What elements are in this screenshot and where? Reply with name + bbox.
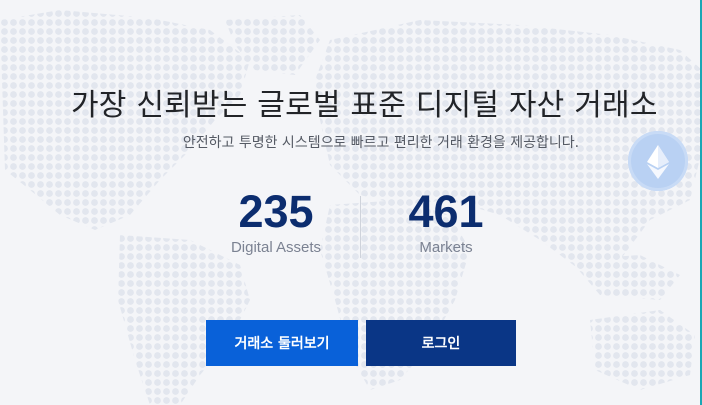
stat-digital-assets: 235 Digital Assets — [196, 186, 356, 257]
stat-markets: 461 Markets — [366, 186, 526, 257]
stat-value: 461 — [408, 186, 484, 237]
stat-value: 235 — [238, 186, 314, 237]
explore-exchange-button[interactable]: 거래소 둘러보기 — [206, 320, 358, 366]
page-title: 가장 신뢰받는 글로벌 표준 디지털 자산 거래소 — [71, 88, 658, 123]
page-subtitle: 안전하고 투명한 시스템으로 빠르고 편리한 거래 환경을 제공합니다. — [182, 135, 580, 151]
stat-label: Digital Assets — [230, 239, 322, 256]
login-button[interactable]: 로그인 — [366, 320, 516, 366]
stat-label: Markets — [419, 239, 473, 256]
stat-divider — [360, 196, 361, 258]
hero-section: 가장 신뢰받는 글로벌 표준 디지털 자산 거래소 안전하고 투명한 시스템으로… — [0, 0, 702, 405]
